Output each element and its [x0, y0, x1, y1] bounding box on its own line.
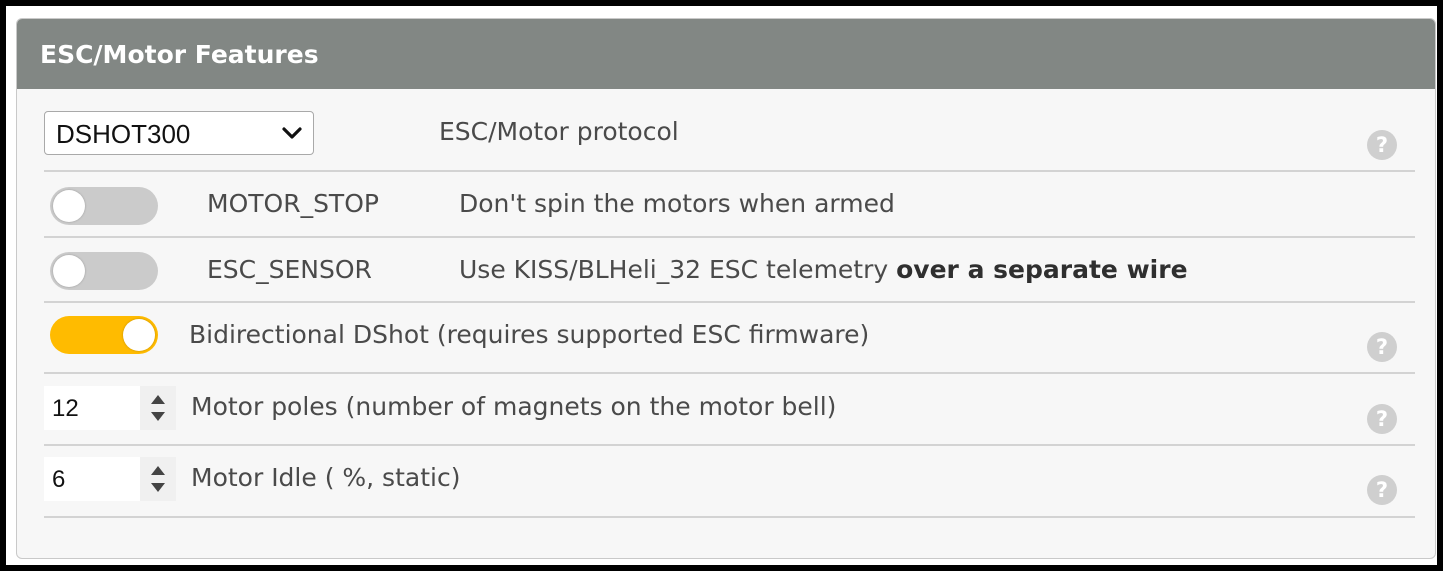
question-circle-icon[interactable]: ?: [1367, 475, 1397, 505]
up-down-arrows-icon: [151, 466, 165, 492]
motor-idle-input[interactable]: 6: [44, 457, 176, 501]
esc-sensor-description: Use KISS/BLHeli_32 ESC telemetry over a …: [459, 255, 1188, 284]
row-divider: [44, 444, 1415, 446]
esc-sensor-toggle[interactable]: [50, 252, 158, 290]
bidirectional-dshot-label: Bidirectional DShot (requires supported …: [189, 320, 870, 349]
up-down-arrows-icon: [151, 395, 165, 421]
motor-stop-name: MOTOR_STOP: [207, 189, 379, 218]
toggle-knob: [123, 319, 155, 351]
row-divider: [44, 516, 1415, 518]
question-circle-icon[interactable]: ?: [1367, 332, 1397, 362]
esc-sensor-description-plain: Use KISS/BLHeli_32 ESC telemetry: [459, 255, 897, 284]
motor-idle-value: 6: [52, 466, 66, 493]
motor-stop-toggle[interactable]: [50, 187, 158, 225]
chevron-down-icon: [282, 127, 302, 139]
esc-protocol-select[interactable]: DSHOT300: [44, 111, 314, 155]
esc-sensor-name: ESC_SENSOR: [207, 255, 372, 284]
esc-protocol-selected-value: DSHOT300: [56, 119, 191, 149]
motor-poles-input[interactable]: 12: [44, 386, 176, 430]
row-divider: [44, 236, 1415, 238]
panel-title: ESC/Motor Features: [40, 40, 319, 69]
motor-poles-value: 12: [52, 395, 79, 422]
motor-stop-description: Don't spin the motors when armed: [459, 189, 895, 218]
bidirectional-dshot-toggle[interactable]: [50, 316, 158, 354]
motor-poles-spinner[interactable]: [140, 386, 176, 430]
toggle-knob: [53, 190, 85, 222]
motor-idle-spinner[interactable]: [140, 457, 176, 501]
row-divider: [44, 301, 1415, 303]
motor-idle-label: Motor Idle ( %, static): [191, 463, 461, 492]
question-circle-icon[interactable]: ?: [1367, 404, 1397, 434]
esc-protocol-label: ESC/Motor protocol: [439, 117, 679, 146]
esc-sensor-description-bold: over a separate wire: [896, 255, 1188, 284]
row-divider: [44, 372, 1415, 374]
motor-poles-label: Motor poles (number of magnets on the mo…: [191, 392, 837, 421]
esc-motor-features-panel: ESC/Motor Features DSHOT300 ESC/Motor pr…: [16, 18, 1436, 559]
row-divider: [44, 170, 1415, 172]
screenshot-frame: ESC/Motor Features DSHOT300 ESC/Motor pr…: [0, 0, 1443, 571]
toggle-knob: [53, 255, 85, 287]
panel-header: ESC/Motor Features: [17, 19, 1435, 89]
question-circle-icon[interactable]: ?: [1367, 130, 1397, 160]
